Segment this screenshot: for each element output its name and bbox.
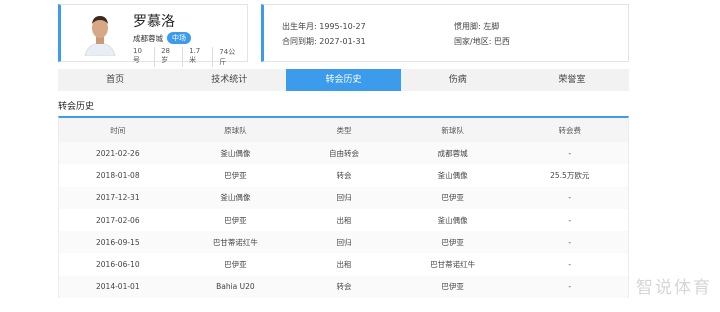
cell-fee: - xyxy=(568,215,572,225)
player-name: 罗慕洛 xyxy=(133,14,175,30)
header-date: 时间 xyxy=(110,125,126,135)
header-to-team: 新球队 xyxy=(441,125,464,135)
tab-injuries[interactable]: 伤病 xyxy=(401,69,515,91)
shirt-number: 10号 xyxy=(133,47,142,64)
cell-date: 2017-12-31 xyxy=(96,193,140,203)
table-row: 2016-06-10 巴伊亚 出租 巴甘蒂诺红牛 - xyxy=(59,253,628,275)
tab-transfers[interactable]: 转会历史 xyxy=(286,69,401,91)
team-name[interactable]: 成都蓉城 xyxy=(133,33,163,44)
player-weight: 74公斤 xyxy=(212,47,247,67)
cell-from-team[interactable]: 巴伊亚 xyxy=(177,209,295,231)
table-header: 时间 原球队 类型 新球队 转会费 xyxy=(59,118,628,142)
tab-stats[interactable]: 技术统计 xyxy=(172,69,286,91)
cell-date: 2017-02-06 xyxy=(96,215,140,225)
nationality: 国家/地区: 巴西 xyxy=(454,37,510,46)
tab-home[interactable]: 首页 xyxy=(58,69,172,91)
team-row: 成都蓉城 中场 xyxy=(133,32,191,44)
table-row: 2018-01-08 巴伊亚 转会 釜山偶像 25.5万欧元 xyxy=(59,164,628,186)
birth-date: 出生年月: 1995-10-27 xyxy=(282,22,366,31)
cell-from-team[interactable]: 釜山偶像 xyxy=(177,142,295,164)
player-age: 28岁 xyxy=(154,47,182,67)
cell-type: 回归 xyxy=(336,193,352,203)
cell-date: 2021-02-26 xyxy=(96,148,140,158)
cell-type: 自由转会 xyxy=(329,148,360,158)
cell-to-team[interactable]: 成都蓉城 xyxy=(394,142,512,164)
table-row: 2014-01-01 Bahia U20 转会 巴伊亚 - xyxy=(59,275,628,299)
table-row: 2017-02-06 巴伊亚 出租 釜山偶像 - xyxy=(59,209,628,231)
tab-bar: 首页 技术统计 转会历史 伤病 荣誉室 xyxy=(58,69,629,91)
cell-from-team[interactable]: 巴伊亚 xyxy=(177,164,295,186)
header-fee: 转会费 xyxy=(558,125,581,135)
header-type: 类型 xyxy=(336,125,352,135)
cell-date: 2016-09-15 xyxy=(96,237,140,247)
section-title: 转会历史 xyxy=(58,102,95,112)
cell-to-team[interactable]: 巴伊亚 xyxy=(394,187,512,209)
cell-fee: - xyxy=(568,260,572,270)
player-info-card: 出生年月: 1995-10-27 合同到期: 2027-01-31 惯用脚: 左… xyxy=(261,4,629,62)
cell-fee: - xyxy=(568,237,572,247)
cell-date: 2018-01-08 xyxy=(96,170,140,180)
header-from-team: 原球队 xyxy=(224,125,247,135)
player-stats: 10号 28岁 1.7米 74公斤 xyxy=(133,47,247,67)
cell-fee: - xyxy=(568,148,572,158)
cell-type: 出租 xyxy=(336,215,352,225)
table-row: 2017-12-31 釜山偶像 回归 巴伊亚 - xyxy=(59,186,628,209)
cell-from-team[interactable]: 巴甘蒂诺红牛 xyxy=(177,231,295,253)
cell-fee: - xyxy=(568,282,572,292)
cell-fee: 25.5万欧元 xyxy=(550,170,590,180)
cell-to-team[interactable]: 巴甘蒂诺红牛 xyxy=(394,253,512,275)
cell-to-team[interactable]: 釜山偶像 xyxy=(394,209,512,231)
cell-from-team[interactable]: 巴伊亚 xyxy=(177,253,295,275)
player-profile-card: 罗慕洛 成都蓉城 中场 10号 28岁 1.7米 74公斤 xyxy=(58,4,248,67)
cell-date: 2016-06-10 xyxy=(96,260,140,270)
cell-to-team[interactable]: 釜山偶像 xyxy=(394,164,512,186)
contract-expiry: 合同到期: 2027-01-31 xyxy=(282,37,366,46)
cell-from-team[interactable]: 釜山偶像 xyxy=(177,187,295,209)
cell-type: 出租 xyxy=(336,260,352,270)
table-row: 2021-02-26 釜山偶像 自由转会 成都蓉城 - xyxy=(59,142,628,165)
cell-to-team[interactable]: 巴伊亚 xyxy=(394,276,512,298)
player-avatar xyxy=(83,12,117,56)
player-height: 1.7米 xyxy=(182,47,212,67)
cell-type: 转会 xyxy=(336,282,352,292)
table-row: 2016-09-15 巴甘蒂诺红牛 回归 巴伊亚 - xyxy=(59,231,628,254)
cell-type: 转会 xyxy=(336,170,352,180)
transfer-table: 时间 原球队 类型 新球队 转会费 2021-02-26 釜山偶像 自由转会 成… xyxy=(58,116,629,299)
position-badge: 中场 xyxy=(167,32,191,44)
cell-type: 回归 xyxy=(336,237,352,247)
preferred-foot: 惯用脚: 左脚 xyxy=(454,22,500,31)
watermark: 智说体育 xyxy=(636,278,712,298)
table-body: 2021-02-26 釜山偶像 自由转会 成都蓉城 - 2018-01-08 巴… xyxy=(59,142,628,299)
cell-date: 2014-01-01 xyxy=(96,282,140,292)
tab-honors[interactable]: 荣誉室 xyxy=(515,69,629,91)
cell-fee: - xyxy=(568,193,572,203)
cell-to-team[interactable]: 巴伊亚 xyxy=(394,231,512,253)
cell-from-team[interactable]: Bahia U20 xyxy=(177,276,295,298)
